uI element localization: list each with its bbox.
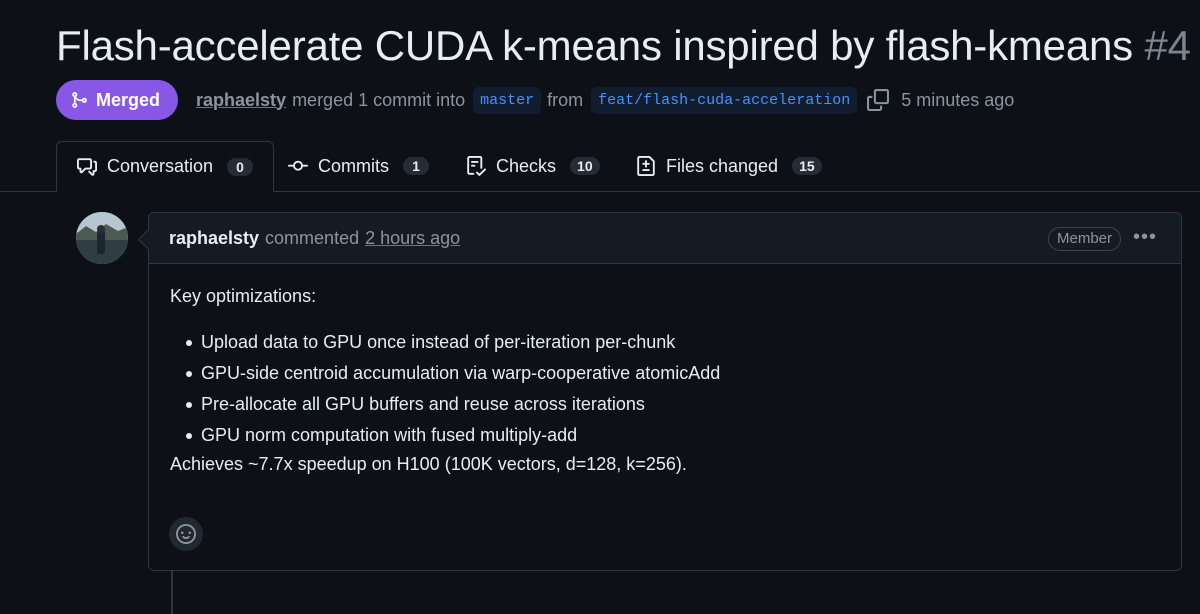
comment-intro: Key optimizations: [170,286,317,306]
comment-timestamp-link[interactable]: 2 hours ago [365,228,460,249]
pr-author-link[interactable]: raphaelsty [196,90,286,111]
comment-discussion-icon [77,157,97,176]
merge-description: merged 1 commit into [292,89,466,110]
comment-card: raphaelsty commented 2 hours ago Member … [148,212,1182,571]
pr-tabs: Conversation 0 Commits 1 Checks 10 Files… [0,141,1200,192]
comment-header: raphaelsty commented 2 hours ago Member … [149,213,1181,264]
tab-checks-count: 10 [570,157,600,175]
member-role-badge: Member [1047,227,1121,251]
smiley-icon [176,524,196,544]
git-merge-icon [72,92,87,108]
pr-meta: Merged raphaelsty merged 1 commit into m… [56,80,1014,120]
tab-commits-count: 1 [403,157,429,175]
head-branch-label[interactable]: feat/flash-cuda-acceleration [591,86,858,114]
avatar-photo [76,212,128,264]
list-item: GPU-side centroid accumulation via warp-… [186,361,1159,392]
comment-author-link[interactable]: raphaelsty [169,228,259,249]
tab-conversation[interactable]: Conversation 0 [56,141,275,192]
pr-title: Flash-accelerate CUDA k-means inspired b… [56,22,1191,70]
from-label: from [547,89,584,110]
file-diff-icon [637,156,655,176]
checklist-icon [467,156,486,176]
comment-options-icon[interactable]: ••• [1133,226,1157,248]
add-reaction-button[interactable] [169,517,203,551]
tab-checks-label: Checks [496,155,557,176]
merged-status-label: Merged [96,89,161,110]
tab-commits-label: Commits [318,155,389,176]
tab-commits[interactable]: Commits 1 [288,141,429,191]
copy-branch-icon[interactable] [867,89,890,111]
list-item: GPU norm computation with fused multiply… [186,423,1159,454]
timeline-line [171,570,173,614]
list-item: Pre-allocate all GPU buffers and reuse a… [186,392,1159,423]
comment-verb: commented [265,227,360,248]
git-commit-icon [288,160,308,171]
base-branch-label[interactable]: master [473,86,542,114]
merge-time: 5 minutes ago [901,89,1015,110]
comment-result: Achieves ~7.7x speedup on H100 (100K vec… [170,454,687,474]
tab-files-changed[interactable]: Files changed 15 [636,141,822,191]
avatar[interactable] [76,212,128,264]
optimization-list: Upload data to GPU once instead of per-i… [170,330,1159,454]
list-item: Upload data to GPU once instead of per-i… [186,330,1159,361]
comment-body: Key optimizations: Upload data to GPU on… [149,264,1181,475]
pr-number: #4 [1144,22,1191,69]
tab-files-changed-label: Files changed [666,155,779,176]
merged-status-badge: Merged [56,80,179,120]
tab-files-changed-count: 15 [792,157,822,175]
pr-title-text: Flash-accelerate CUDA k-means inspired b… [56,22,1133,69]
tab-checks[interactable]: Checks 10 [466,141,600,191]
tab-conversation-label: Conversation [107,156,214,176]
tab-conversation-count: 0 [227,157,254,176]
